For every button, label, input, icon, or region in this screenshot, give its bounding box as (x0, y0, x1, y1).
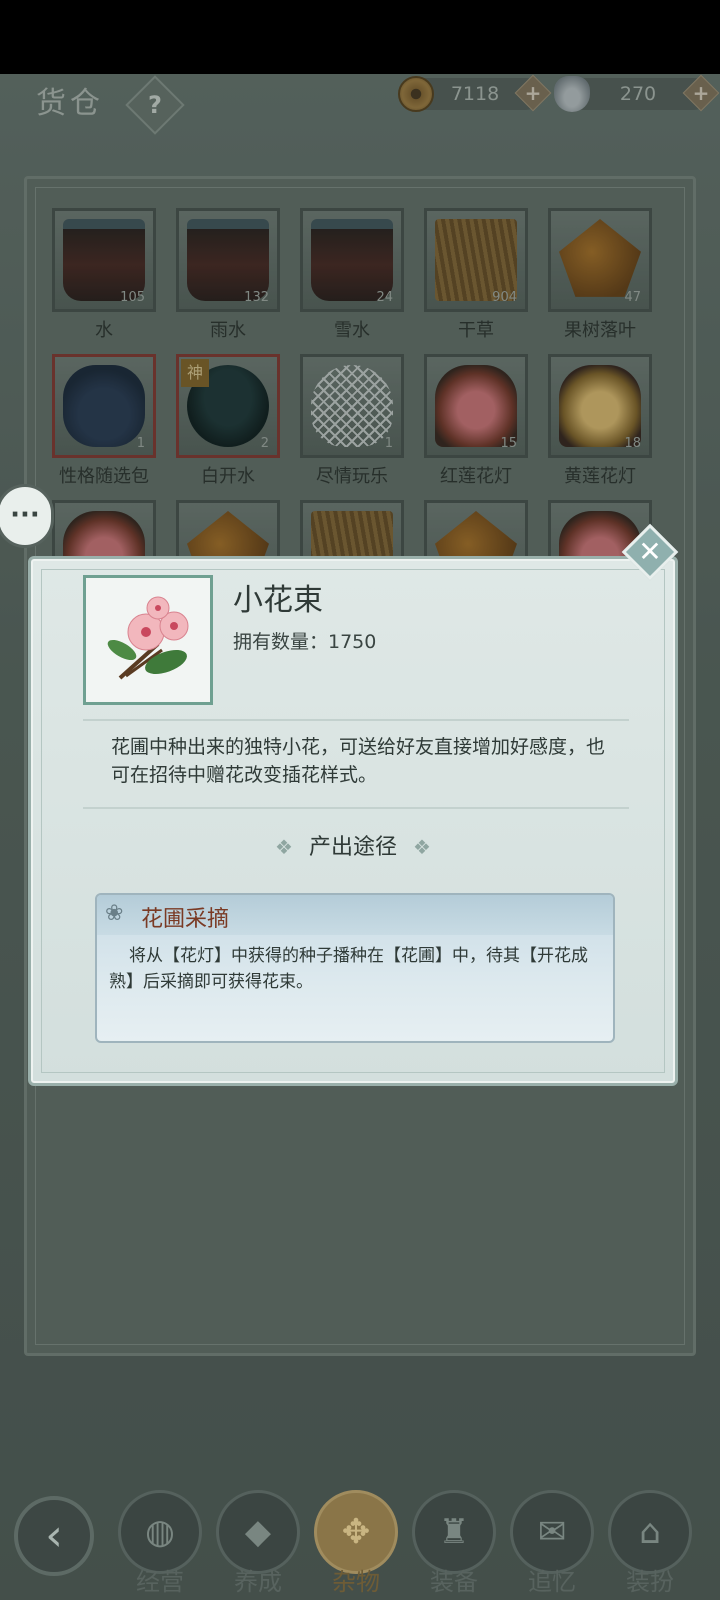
ornament-icon: ❖ (275, 835, 293, 859)
item-detail-dialog: 小花束 拥有数量：1750 花圃中种出来的独特小花，可送给好友直接增加好感度，也… (28, 556, 678, 1086)
item-image-frame (83, 575, 213, 705)
chat-button[interactable]: ··· (0, 484, 54, 548)
nav-decorate[interactable]: ⌂ 装扮 (605, 1490, 695, 1600)
item-name-title: 小花束 (233, 583, 323, 618)
book-icon: ◆ (244, 1512, 272, 1552)
nav-cultivate[interactable]: ◆ 养成 (213, 1490, 303, 1600)
owned-quantity: 拥有数量：1750 (233, 631, 377, 653)
source-heading: ❖ 产出途径 ❖ (31, 829, 675, 861)
status-bar (0, 0, 720, 74)
lotus-icon: ❀ (105, 901, 124, 926)
source-card: ❀ 花圃采摘 将从【花灯】中获得的种子播种在【花圃】中，待其【开花成熟】后采摘即… (95, 893, 615, 1043)
source-title: 花圃采摘 (141, 907, 230, 932)
chat-bubble-icon: ··· (10, 500, 40, 530)
nav-label: 装扮 (626, 1568, 674, 1596)
nav-label: 养成 (234, 1568, 282, 1596)
source-text: 将从【花灯】中获得的种子播种在【花圃】中，待其【开花成熟】后采摘即可获得花束。 (109, 946, 588, 992)
divider (83, 807, 629, 809)
back-arrow-icon: ‹ (45, 1510, 63, 1561)
nav-label: 追忆 (528, 1568, 576, 1596)
nav-label: 装备 (430, 1568, 478, 1596)
hay-bundle-icon: ✥ (341, 1512, 371, 1552)
letter-icon: ✉ (537, 1512, 567, 1552)
nav-misc[interactable]: ✥ 杂物 (311, 1490, 401, 1600)
flower-bouquet-icon (107, 596, 189, 680)
nav-memories[interactable]: ✉ 追忆 (507, 1490, 597, 1600)
ornament-icon: ❖ (413, 835, 431, 859)
divider (83, 719, 629, 721)
nav-equipment[interactable]: ♜ 装备 (409, 1490, 499, 1600)
back-button[interactable]: ‹ (14, 1496, 94, 1576)
pavilion-icon: ⌂ (639, 1512, 661, 1552)
nav-business[interactable]: ◍ 经营 (115, 1490, 205, 1600)
nav-label: 杂物 (332, 1568, 380, 1596)
robe-icon: ♜ (438, 1512, 470, 1552)
nav-label: 经营 (136, 1568, 184, 1596)
bowl-icon: ◍ (145, 1512, 175, 1552)
close-icon: ✕ (638, 535, 662, 568)
item-description: 花圃中种出来的独特小花，可送给好友直接增加好感度，也可在招待中赠花改变插花样式。 (111, 736, 606, 786)
source-heading-text: 产出途径 (308, 835, 397, 860)
